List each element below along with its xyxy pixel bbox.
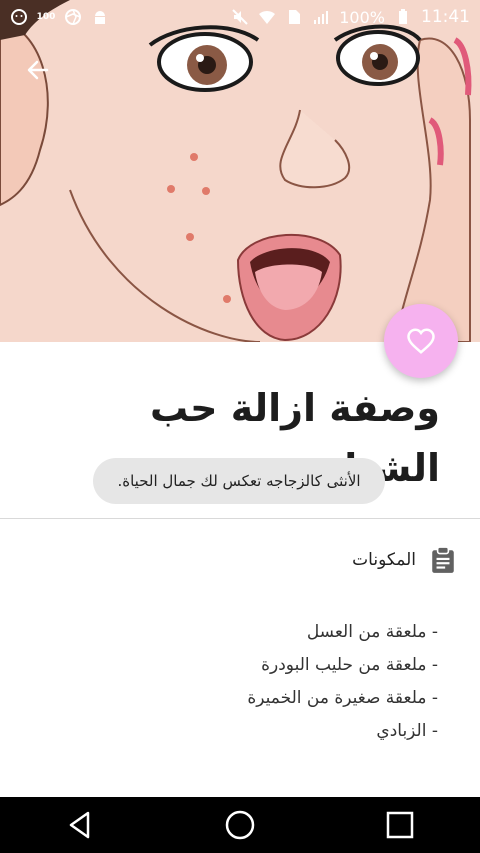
wifi-icon	[258, 8, 276, 26]
mute-icon	[231, 8, 249, 26]
nav-recents-button[interactable]	[370, 797, 430, 853]
aperture-icon	[64, 8, 82, 26]
ingredients-header: المكونات	[352, 544, 456, 576]
android-icon	[91, 8, 109, 26]
nav-home-button[interactable]	[210, 797, 270, 853]
sim-icon	[285, 8, 303, 26]
notification-badge-text: 100	[36, 12, 56, 22]
header-image	[0, 0, 480, 342]
battery-icon	[394, 8, 412, 26]
quote-chip[interactable]: الأنثى كالزجاجه تعكس لك جمال الحياة.	[93, 458, 385, 504]
storage-notification-icon: 100	[36, 8, 56, 26]
face-notification-icon	[10, 8, 28, 26]
clipboard-icon	[432, 546, 454, 573]
quote-text: الأنثى كالزجاجه تعكس لك جمال الحياة.	[117, 472, 361, 490]
ingredient-item: - الزبادي	[376, 721, 438, 741]
triangle-back-icon	[69, 811, 90, 839]
ingredients-list: - ملعقة من العسل - ملعقة من حليب البودرة…	[78, 616, 438, 748]
battery-percentage: 100%	[339, 7, 385, 27]
status-bar: 100 100% 11:41	[0, 0, 480, 34]
ingredient-item: - ملعقة صغيرة من الخميرة	[247, 688, 438, 708]
heart-outline-icon	[407, 328, 435, 354]
clock: 11:41	[421, 7, 470, 27]
ingredient-item: - ملعقة من حليب البودرة	[261, 655, 438, 675]
navigation-bar	[0, 797, 480, 853]
divider	[0, 518, 480, 519]
back-button[interactable]	[20, 52, 56, 88]
signal-icon	[312, 8, 330, 26]
favorite-button[interactable]	[384, 304, 458, 378]
arrow-left-icon	[27, 60, 49, 80]
square-recents-icon	[386, 811, 414, 839]
circle-home-icon	[225, 810, 255, 840]
ingredient-item: - ملعقة من العسل	[306, 622, 438, 642]
nav-back-button[interactable]	[50, 797, 110, 853]
status-right: 100% 11:41	[231, 7, 470, 27]
status-left: 100	[10, 8, 109, 26]
acne-face-illustration	[0, 0, 480, 342]
ingredients-title: المكونات	[352, 550, 416, 570]
